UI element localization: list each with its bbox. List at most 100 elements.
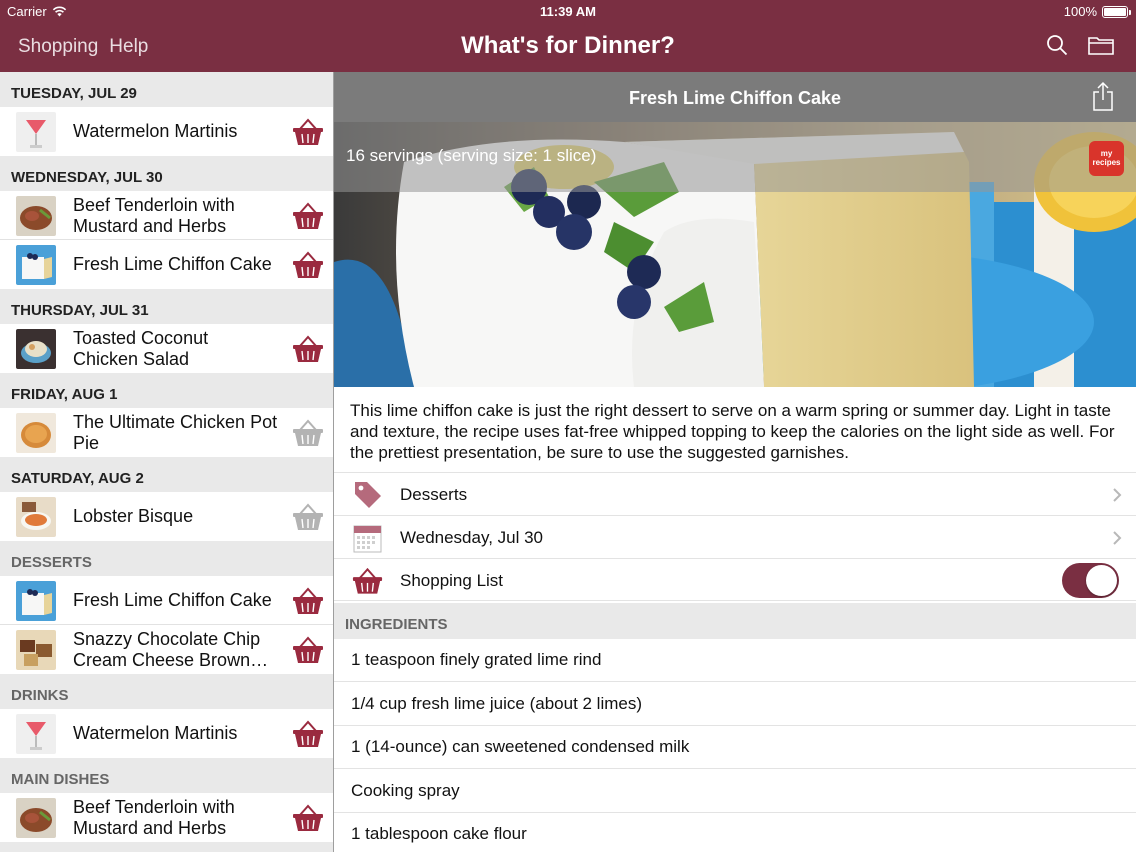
battery-group: 100%: [1063, 4, 1131, 19]
section-header: DRINKS: [0, 674, 333, 709]
basket-icon[interactable]: [291, 586, 325, 616]
servings-band: 16 servings (serving size: 1 slice) my r…: [334, 122, 1136, 192]
nav-right-actions: [1046, 34, 1114, 56]
ingredient-row: 1/4 cup fresh lime juice (about 2 limes): [334, 683, 1136, 726]
section-header: TUESDAY, JUL 29: [0, 72, 333, 107]
recipe-row[interactable]: Watermelon Martinis: [0, 107, 333, 156]
category-row[interactable]: Desserts: [334, 472, 1136, 515]
recipe-thumbnail: [16, 112, 56, 152]
recipe-name-text: Watermelon Martinis: [73, 723, 238, 743]
ingredients-header: INGREDIENTS: [334, 603, 1136, 639]
app-title: What's for Dinner?: [461, 32, 675, 59]
recipe-row[interactable]: The Ultimate Chicken Pot Pie: [0, 408, 333, 457]
recipe-description: This lime chiffon cake is just the right…: [350, 401, 1115, 462]
recipe-row[interactable]: Fresh Lime Chiffon Cake: [0, 576, 333, 625]
recipe-name-text: Beef Tenderloin with Mustard and Herbs: [73, 194, 235, 236]
recipe-row[interactable]: Snazzy Chocolate Chip Cream Cheese Brown…: [0, 625, 333, 674]
battery-icon: [1102, 5, 1131, 18]
section-header: WEDNESDAY, JUL 30: [0, 156, 333, 191]
section-header: DESSERTS: [0, 541, 333, 576]
recipe-name: Lobster Bisque: [73, 492, 278, 541]
shopping-link[interactable]: Shopping: [18, 36, 98, 58]
folder-icon[interactable]: [1088, 35, 1114, 55]
recipe-thumbnail: [16, 413, 56, 453]
basket-icon[interactable]: [291, 502, 325, 532]
recipe-thumbnail: [16, 329, 56, 369]
recipe-name: Fresh Lime Chiffon Cake: [73, 576, 278, 625]
recipe-thumbnail: [16, 798, 56, 838]
battery-percent: 100%: [1063, 4, 1097, 19]
recipe-name: Beef Tenderloin with Mustard and Herbs: [73, 191, 278, 240]
category-label: Desserts: [400, 485, 468, 504]
recipe-name: The Ultimate Chicken Pot Pie: [73, 408, 278, 457]
recipe-name-text: Fresh Lime Chiffon Cake: [73, 254, 272, 274]
recipe-name: Fresh Lime Chiffon Cake: [73, 240, 278, 289]
shopping-list-label: Shopping List: [400, 571, 504, 590]
help-link[interactable]: Help: [109, 36, 148, 58]
battery-fill: [1104, 7, 1126, 16]
recipe-thumbnail: [16, 630, 56, 670]
recipe-row[interactable]: Beef Tenderloin with Mustard and Herbs: [0, 191, 333, 240]
shopping-list-toggle[interactable]: [1062, 563, 1119, 598]
recipe-thumbnail: [16, 581, 56, 621]
servings-text: 16 servings (serving size: 1 slice): [346, 146, 597, 165]
section-header: THURSDAY, JUL 31: [0, 289, 333, 324]
section-header: MAIN DISHES: [0, 758, 333, 793]
shopping-list-row: Shopping List: [334, 558, 1136, 601]
recipe-name: Toasted Coconut Chicken Salad: [73, 324, 278, 373]
recipe-thumbnail: [16, 245, 56, 285]
basket-icon[interactable]: [291, 418, 325, 448]
recipe-list-pane[interactable]: TUESDAY, JUL 29 Watermelon Martinis WEDNES…: [0, 72, 333, 852]
recipe-name: Beef Tenderloin with Mustard and Herbs: [73, 793, 278, 842]
chevron-right-icon: [1113, 488, 1122, 502]
section-header: SATURDAY, AUG 2: [0, 457, 333, 492]
recipe-thumbnail: [16, 497, 56, 537]
recipe-row[interactable]: Lobster Bisque: [0, 492, 333, 541]
recipe-name-text: The Ultimate Chicken Pot Pie: [73, 411, 278, 453]
recipe-name: Snazzy Chocolate Chip Cream Cheese Brown…: [73, 625, 278, 674]
recipe-detail-pane: Fresh Lime Chiffon Cake 16 servings (ser…: [334, 72, 1136, 852]
date-row[interactable]: Wednesday, Jul 30: [334, 515, 1136, 558]
recipe-row[interactable]: Watermelon Martinis: [0, 709, 333, 758]
share-icon[interactable]: [1092, 81, 1114, 111]
nav-left-links: Shopping Help: [18, 36, 148, 58]
basket-icon[interactable]: [291, 803, 325, 833]
basket-icon[interactable]: [291, 201, 325, 231]
top-bar: Carrier 11:39 AM 100% Shopping Help What…: [0, 0, 1136, 72]
recipe-name-text: Fresh Lime Chiffon Cake: [73, 590, 272, 610]
recipe-row[interactable]: Beef Tenderloin with Mustard and Herbs: [0, 793, 333, 842]
brand-badge: my recipes: [1089, 141, 1124, 176]
ingredient-row: 1 teaspoon finely grated lime rind: [334, 639, 1136, 682]
recipe-row[interactable]: Fresh Lime Chiffon Cake: [0, 240, 333, 289]
recipe-name: Watermelon Martinis: [73, 107, 278, 156]
recipe-header: Fresh Lime Chiffon Cake: [334, 72, 1136, 122]
status-time: 11:39 AM: [540, 4, 596, 19]
tag-icon: [355, 482, 381, 508]
ingredient-row: Cooking spray: [334, 770, 1136, 813]
date-label: Wednesday, Jul 30: [400, 528, 544, 547]
basket-icon: [352, 567, 383, 594]
section-header: FRIDAY, AUG 1: [0, 373, 333, 408]
basket-icon[interactable]: [291, 117, 325, 147]
recipe-name: Watermelon Martinis: [73, 709, 278, 758]
basket-icon[interactable]: [291, 250, 325, 280]
chevron-right-icon: [1113, 531, 1122, 545]
recipe-name-text: Watermelon Martinis: [73, 121, 238, 141]
basket-icon[interactable]: [291, 719, 325, 749]
recipe-name-text: Snazzy Chocolate Chip Cream Cheese Brown…: [73, 628, 269, 670]
recipe-name-text: Beef Tenderloin with Mustard and Herbs: [73, 796, 235, 838]
calendar-icon: [353, 525, 382, 553]
toggle-knob: [1086, 565, 1117, 596]
recipe-thumbnail: [16, 714, 56, 754]
basket-icon[interactable]: [291, 635, 325, 665]
status-bar: Carrier 11:39 AM 100%: [0, 0, 1136, 22]
recipe-name-text: Toasted Coconut Chicken Salad: [73, 327, 209, 369]
recipe-row[interactable]: Toasted Coconut Chicken Salad: [0, 324, 333, 373]
recipe-photo: 16 servings (serving size: 1 slice) my r…: [334, 122, 1136, 387]
ingredient-row: 1 tablespoon cake flour: [334, 813, 1136, 852]
basket-icon[interactable]: [291, 334, 325, 364]
ingredient-row: 1 (14-ounce) can sweetened condensed mil…: [334, 726, 1136, 769]
recipe-name-text: Lobster Bisque: [73, 506, 194, 526]
recipe-thumbnail: [16, 196, 56, 236]
search-icon[interactable]: [1046, 34, 1068, 56]
